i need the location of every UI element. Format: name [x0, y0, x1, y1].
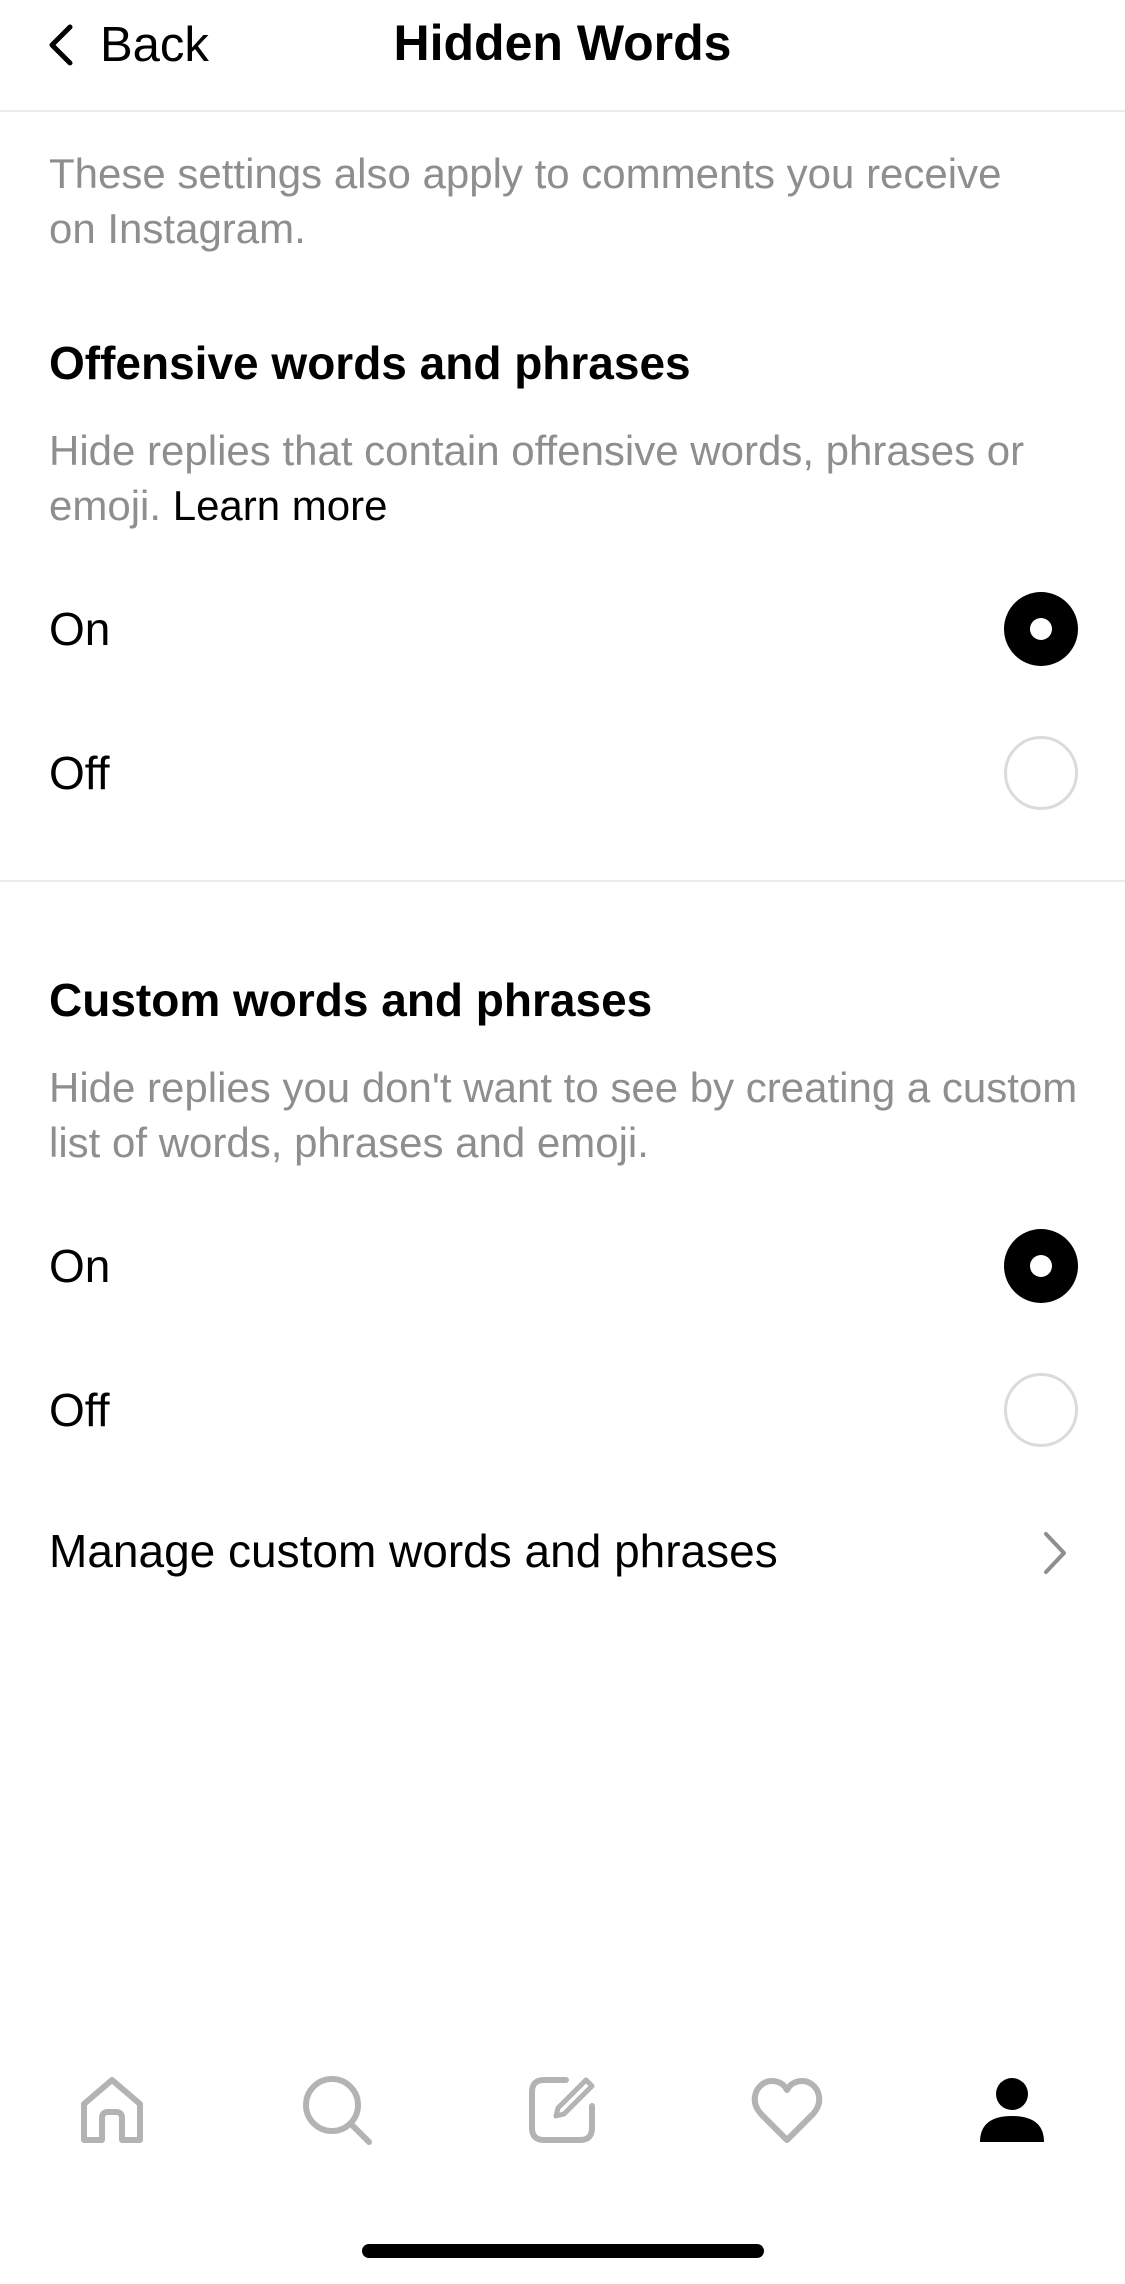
- option-label: On: [49, 1240, 111, 1292]
- radio-button[interactable]: [1004, 1229, 1078, 1303]
- manage-custom-words-label: Manage custom words and phrases: [49, 1525, 778, 1577]
- tab-profile[interactable]: [962, 2060, 1062, 2160]
- radio-button[interactable]: [1004, 592, 1078, 666]
- tab-bar: [0, 2060, 1125, 2160]
- radio-button[interactable]: [1004, 736, 1078, 810]
- offensive-section-description: Hide replies that contain offensive word…: [49, 423, 1089, 533]
- section-divider: [0, 880, 1125, 882]
- option-label: On: [49, 603, 111, 655]
- option-label: Off: [49, 747, 110, 799]
- profile-icon: [980, 2078, 1044, 2142]
- offensive-section-title: Offensive words and phrases: [49, 337, 691, 389]
- chevron-right-icon: [1044, 1532, 1066, 1574]
- compose-icon: [529, 2077, 595, 2143]
- custom-section-title: Custom words and phrases: [49, 974, 653, 1026]
- manage-custom-words-row[interactable]: Manage custom words and phrases: [0, 1498, 1125, 1608]
- intro-text: These settings also apply to comments yo…: [49, 150, 1002, 252]
- learn-more-link[interactable]: Learn more: [173, 482, 388, 529]
- page-title: Hidden Words: [393, 15, 732, 71]
- tab-search[interactable]: [287, 2060, 387, 2160]
- home-icon: [81, 2077, 143, 2143]
- option-label: Off: [49, 1384, 110, 1436]
- offensive-option-on[interactable]: On: [0, 574, 1125, 684]
- home-indicator: [362, 2244, 764, 2258]
- tab-home[interactable]: [62, 2060, 162, 2160]
- tab-activity[interactable]: [737, 2060, 837, 2160]
- hidden-words-screen: Back Hidden Words These settings also ap…: [0, 0, 1125, 2284]
- radio-button[interactable]: [1004, 1373, 1078, 1447]
- search-icon: [303, 2076, 372, 2145]
- offensive-option-off[interactable]: Off: [0, 718, 1125, 828]
- navigation-header: Back Hidden Words: [0, 0, 1125, 112]
- custom-section-description: Hide replies you don't want to see by cr…: [49, 1064, 1078, 1166]
- custom-option-off[interactable]: Off: [0, 1355, 1125, 1465]
- tab-compose[interactable]: [512, 2060, 612, 2160]
- custom-option-on[interactable]: On: [0, 1211, 1125, 1321]
- heart-icon: [751, 2078, 823, 2143]
